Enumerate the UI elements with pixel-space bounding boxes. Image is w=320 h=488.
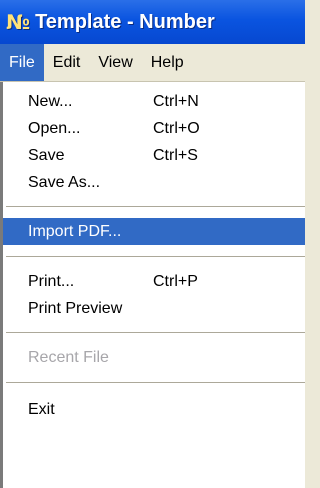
menu-separator bbox=[6, 206, 305, 207]
menu-item-shortcut: Ctrl+P bbox=[153, 272, 198, 290]
menu-item-label: New... bbox=[28, 92, 73, 110]
menu-item-label: Save bbox=[28, 146, 65, 164]
menu-item-recent-file: Recent File bbox=[3, 344, 305, 371]
menu-item-open[interactable]: Open... Ctrl+O bbox=[3, 115, 305, 142]
menu-item-shortcut: Ctrl+O bbox=[153, 119, 200, 137]
menu-item-print-preview[interactable]: Print Preview bbox=[3, 295, 305, 322]
menu-item-label: Import PDF... bbox=[28, 222, 122, 240]
menu-item-save-as[interactable]: Save As... bbox=[3, 169, 305, 196]
menu-help[interactable]: Help bbox=[142, 44, 193, 81]
menu-bar: File Edit View Help bbox=[0, 44, 305, 82]
menu-item-save[interactable]: Save Ctrl+S bbox=[3, 142, 305, 169]
menu-item-shortcut: Ctrl+S bbox=[153, 146, 198, 164]
menu-item-label: Open... bbox=[28, 119, 81, 137]
menu-item-label: Save As... bbox=[28, 173, 101, 191]
app-number-icon: № bbox=[6, 10, 30, 34]
menu-edit[interactable]: Edit bbox=[44, 44, 90, 81]
menu-item-label: Print Preview bbox=[28, 299, 123, 317]
menu-item-print[interactable]: Print... Ctrl+P bbox=[3, 268, 305, 295]
title-bar[interactable]: № Template - Number bbox=[0, 0, 305, 44]
menu-item-shortcut: Ctrl+N bbox=[153, 92, 199, 110]
menu-file[interactable]: File bbox=[0, 44, 44, 81]
menu-separator bbox=[6, 256, 305, 257]
menu-item-new[interactable]: New... Ctrl+N bbox=[3, 88, 305, 115]
menu-item-label: Recent File bbox=[28, 348, 109, 366]
menu-item-exit[interactable]: Exit bbox=[3, 396, 305, 423]
menu-separator bbox=[6, 332, 305, 333]
window-title: Template - Number bbox=[35, 10, 215, 33]
menu-separator bbox=[6, 382, 305, 383]
menu-item-label: Exit bbox=[28, 400, 55, 418]
file-menu-dropdown: New... Ctrl+N Open... Ctrl+O Save Ctrl+S… bbox=[0, 82, 305, 488]
menu-item-import-pdf[interactable]: Import PDF... bbox=[3, 218, 305, 245]
menu-item-label: Print... bbox=[28, 272, 75, 290]
menu-view[interactable]: View bbox=[89, 44, 141, 81]
